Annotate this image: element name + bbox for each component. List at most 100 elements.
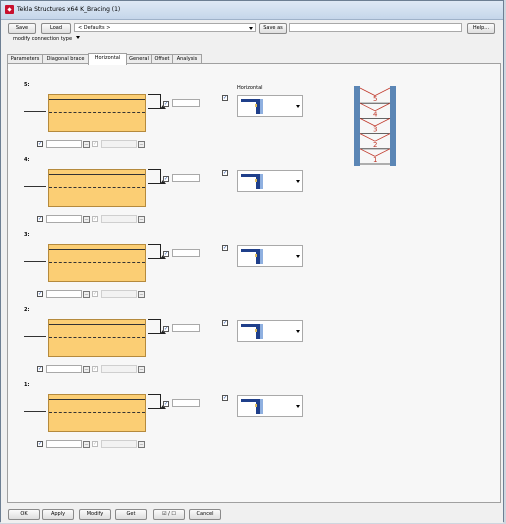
profile-top-edge bbox=[49, 249, 145, 250]
dialog-footer: OK Apply Modify Get ☑ / ☐ Cancel bbox=[1, 506, 503, 523]
chevron-down-icon bbox=[296, 330, 300, 333]
profile-checkbox[interactable]: ✓ bbox=[37, 291, 43, 297]
profile-browse-button[interactable]: … bbox=[83, 141, 90, 148]
level-label: 5: bbox=[24, 82, 30, 88]
chevron-down-icon bbox=[296, 180, 300, 183]
profile-centerline bbox=[49, 262, 145, 263]
material-browse-button[interactable]: … bbox=[138, 216, 145, 223]
horizontal-profile-drawing bbox=[48, 394, 146, 432]
material-browse-button[interactable]: … bbox=[138, 141, 145, 148]
preview-level-number: 4 bbox=[373, 110, 378, 118]
load-button[interactable]: Load bbox=[41, 23, 71, 34]
apply-button[interactable]: Apply bbox=[42, 509, 74, 520]
material-input[interactable] bbox=[101, 215, 137, 223]
profile-top-edge bbox=[49, 324, 145, 325]
level-label: 4: bbox=[24, 157, 30, 163]
offset-checkbox[interactable]: ✓ bbox=[163, 176, 169, 182]
chevron-down-icon bbox=[296, 105, 300, 108]
profile-browse-button[interactable]: … bbox=[83, 366, 90, 373]
horizontal-connection-icon bbox=[241, 324, 263, 339]
save-as-button[interactable]: Save as bbox=[259, 23, 287, 34]
material-checkbox[interactable]: ✓ bbox=[92, 216, 98, 222]
level-label: 3: bbox=[24, 232, 30, 238]
material-checkbox[interactable]: ✓ bbox=[92, 441, 98, 447]
offset-checkbox[interactable]: ✓ bbox=[163, 101, 169, 107]
offset-checkbox[interactable]: ✓ bbox=[163, 401, 169, 407]
horizontal-connection-icon bbox=[241, 249, 263, 264]
chevron-down-icon bbox=[296, 405, 300, 408]
profile-centerline bbox=[49, 112, 145, 113]
preset-value: < Defaults > bbox=[78, 25, 111, 31]
material-browse-button[interactable]: … bbox=[138, 291, 145, 298]
offset-input[interactable] bbox=[172, 399, 200, 407]
connection-type-select[interactable] bbox=[237, 170, 303, 192]
toggle-all-checkboxes-button[interactable]: ☑ / ☐ bbox=[153, 509, 185, 520]
profile-browse-button[interactable]: … bbox=[83, 441, 90, 448]
profile-input[interactable] bbox=[46, 140, 82, 148]
profile-input[interactable] bbox=[46, 215, 82, 223]
preview-right-column bbox=[390, 86, 396, 166]
profile-browse-button[interactable]: … bbox=[83, 216, 90, 223]
material-browse-button[interactable]: … bbox=[138, 441, 145, 448]
preview-level-number: 5 bbox=[373, 95, 377, 103]
level-label: 1: bbox=[24, 382, 30, 388]
get-button[interactable]: Get bbox=[115, 509, 147, 520]
material-input[interactable] bbox=[101, 440, 137, 448]
preset-select[interactable]: < Defaults > bbox=[74, 23, 256, 32]
profile-top-edge bbox=[49, 399, 145, 400]
profile-axis-line bbox=[24, 261, 46, 262]
profile-top-edge bbox=[49, 174, 145, 175]
horizontal-header: Horizontal bbox=[237, 85, 263, 91]
profile-input[interactable] bbox=[46, 440, 82, 448]
connection-checkbox[interactable]: ✓ bbox=[222, 95, 228, 101]
tekla-app-icon bbox=[5, 5, 14, 14]
profile-checkbox[interactable]: ✓ bbox=[37, 366, 43, 372]
modify-button[interactable]: Modify bbox=[79, 509, 111, 520]
connection-checkbox[interactable]: ✓ bbox=[222, 170, 228, 176]
connection-type-select[interactable] bbox=[237, 95, 303, 117]
connection-checkbox[interactable]: ✓ bbox=[222, 395, 228, 401]
connection-type-select[interactable] bbox=[237, 395, 303, 417]
help-button[interactable]: Help... bbox=[467, 23, 495, 34]
profile-centerline bbox=[49, 337, 145, 338]
offset-input[interactable] bbox=[172, 324, 200, 332]
preview-left-column bbox=[354, 86, 360, 166]
horizontal-profile-drawing bbox=[48, 319, 146, 357]
profile-input[interactable] bbox=[46, 365, 82, 373]
modify-mode-select[interactable]: modify connection type bbox=[13, 36, 81, 42]
horizontal-connection-icon bbox=[241, 174, 263, 189]
material-input[interactable] bbox=[101, 365, 137, 373]
offset-input[interactable] bbox=[172, 99, 200, 107]
material-input[interactable] bbox=[101, 290, 137, 298]
profile-browse-button[interactable]: … bbox=[83, 291, 90, 298]
material-input[interactable] bbox=[101, 140, 137, 148]
offset-input[interactable] bbox=[172, 174, 200, 182]
profile-centerline bbox=[49, 187, 145, 188]
save-as-input[interactable] bbox=[289, 23, 462, 32]
offset-checkbox[interactable]: ✓ bbox=[163, 251, 169, 257]
profile-input[interactable] bbox=[46, 290, 82, 298]
profile-checkbox[interactable]: ✓ bbox=[37, 141, 43, 147]
profile-checkbox[interactable]: ✓ bbox=[37, 441, 43, 447]
connection-type-select[interactable] bbox=[237, 320, 303, 342]
offset-input[interactable] bbox=[172, 249, 200, 257]
profile-axis-line bbox=[24, 186, 46, 187]
ok-button[interactable]: OK bbox=[8, 509, 40, 520]
offset-checkbox[interactable]: ✓ bbox=[163, 326, 169, 332]
dialog-window: Tekla Structures x64 K_Bracing (1) Save … bbox=[0, 0, 504, 523]
horizontal-profile-drawing bbox=[48, 94, 146, 132]
material-checkbox[interactable]: ✓ bbox=[92, 141, 98, 147]
cancel-button[interactable]: Cancel bbox=[189, 509, 221, 520]
connection-checkbox[interactable]: ✓ bbox=[222, 245, 228, 251]
horizontal-profile-drawing bbox=[48, 244, 146, 282]
tab-horizontal[interactable]: Horizontal bbox=[88, 53, 127, 65]
profile-checkbox[interactable]: ✓ bbox=[37, 216, 43, 222]
material-checkbox[interactable]: ✓ bbox=[92, 291, 98, 297]
connection-checkbox[interactable]: ✓ bbox=[222, 320, 228, 326]
chevron-down-icon bbox=[296, 255, 300, 258]
material-checkbox[interactable]: ✓ bbox=[92, 366, 98, 372]
material-browse-button[interactable]: … bbox=[138, 366, 145, 373]
connection-type-select[interactable] bbox=[237, 245, 303, 267]
save-button[interactable]: Save bbox=[8, 23, 36, 34]
profile-axis-line bbox=[24, 336, 46, 337]
